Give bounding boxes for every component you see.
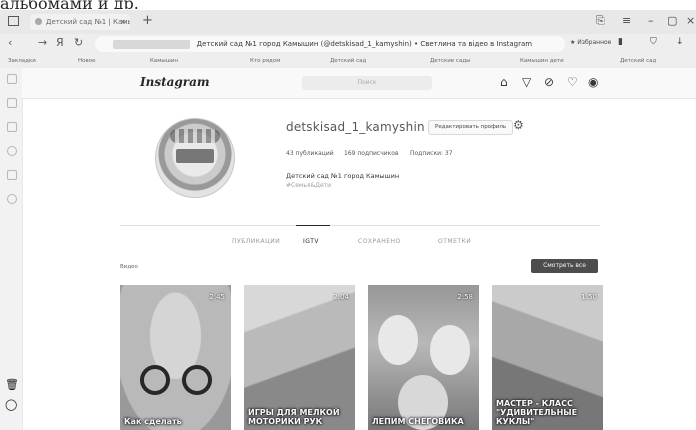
bookmark-star[interactable]: ★ Избранное xyxy=(570,39,611,46)
yandex-icon[interactable]: Я xyxy=(56,36,64,49)
instagram-logo[interactable]: Instagram xyxy=(140,75,210,89)
sidebar-home-icon[interactable] xyxy=(7,74,17,84)
profile-full-name: Детский сад №1 город Камышин xyxy=(286,172,400,180)
shield-icon[interactable]: ⛉ xyxy=(650,37,657,47)
bookmark-item[interactable]: Кто рядом xyxy=(250,54,280,68)
tab-tagged[interactable]: ОТМЕТКИ xyxy=(438,238,471,245)
video-thumbnail[interactable]: 2:04 ИГРЫ ДЛЯ МЕЛКОЙ МОТОРИКИ РУК xyxy=(244,285,355,430)
heart-icon[interactable]: ♡ xyxy=(567,75,578,89)
reload-icon[interactable]: ↻ xyxy=(74,36,83,49)
glasses-illustration xyxy=(140,365,214,395)
video-duration: 2:58 xyxy=(457,293,473,301)
sidebar-clock-icon[interactable] xyxy=(7,146,17,156)
forward-icon[interactable]: → xyxy=(38,36,47,49)
direct-icon[interactable]: ▽ xyxy=(522,75,531,89)
tab-title: Детский сад №1 | Камышин xyxy=(46,18,130,26)
following-count[interactable]: Подписки: 37 xyxy=(410,150,453,157)
browser-tab-bar: Детский сад №1 | Камышин × + ⎘ ≡ – ▢ × xyxy=(0,10,696,34)
video-caption: Как сделать xyxy=(124,417,182,426)
url-field[interactable]: www.instagram.com Детский сад №1 город К… xyxy=(95,36,565,52)
sidebar-music-icon[interactable] xyxy=(7,122,17,132)
close-window-icon[interactable]: × xyxy=(686,14,695,27)
sidebar-star-icon[interactable] xyxy=(7,170,17,180)
browser-tab[interactable]: Детский сад №1 | Камышин × xyxy=(30,14,130,30)
bookmark-item[interactable]: Детский сад xyxy=(330,54,366,68)
back-icon[interactable]: ‹ xyxy=(8,36,12,49)
url-domain: www.instagram.com xyxy=(113,39,191,49)
home-icon[interactable]: ⌂ xyxy=(500,75,508,89)
menu-icon[interactable]: ≡ xyxy=(622,14,631,27)
window-icon[interactable] xyxy=(8,16,19,26)
video-duration: 2:45 xyxy=(209,293,225,301)
videos-label: Видео xyxy=(120,264,138,270)
tab-igtv[interactable]: IGTV xyxy=(303,238,319,245)
pin-icon[interactable]: ⎘ xyxy=(596,14,605,28)
gear-icon[interactable]: ⚙ xyxy=(513,118,524,132)
video-duration: 1:50 xyxy=(581,293,597,301)
explore-icon[interactable]: ⊘ xyxy=(544,75,554,89)
tab-saved[interactable]: СОХРАНЕНО xyxy=(358,238,401,245)
edit-profile-button[interactable]: Редактировать профиль xyxy=(428,120,514,135)
video-caption: ИГРЫ ДЛЯ МЕЛКОЙ МОТОРИКИ РУК xyxy=(248,408,340,426)
video-thumbnail[interactable]: 1:50 МАСТЕР - КЛАСС "УДИВИТЕЛЬНЫЕ КУКЛЫ" xyxy=(492,285,603,430)
posts-count: 43 публикаций xyxy=(286,150,334,157)
minimize-icon[interactable]: – xyxy=(648,14,654,27)
profile-username: detskisad_1_kamyshin xyxy=(286,120,425,134)
see-all-button[interactable]: Смотреть все xyxy=(531,259,598,273)
maximize-icon[interactable]: ▢ xyxy=(667,14,677,27)
followers-count[interactable]: 169 подписчиков xyxy=(344,150,399,157)
bookmarks-icon[interactable]: ▮ xyxy=(618,37,623,47)
bookmark-item[interactable]: Детские сады xyxy=(430,54,470,68)
address-bar: ‹ → Я ↻ www.instagram.com Детский сад №1… xyxy=(0,34,696,54)
browser-sidebar: 🗑 ◯ xyxy=(0,68,23,430)
profile-avatar-icon[interactable]: ◉ xyxy=(588,75,598,89)
bookmarks-bar: Закладки Новое Камышин Кто рядом Детский… xyxy=(0,54,696,69)
page-title: Детский сад №1 город Камышин (@detskisad… xyxy=(196,40,533,48)
download-icon[interactable]: ↓ xyxy=(676,37,684,47)
sidebar-bell-icon[interactable] xyxy=(7,98,17,108)
bookmark-item[interactable]: Новое xyxy=(78,54,96,68)
search-input[interactable]: Поиск xyxy=(302,76,432,90)
tab-posts[interactable]: ПУБЛИКАЦИИ xyxy=(232,238,280,245)
video-caption: ЛЕПИМ СНЕГОВИКА xyxy=(372,417,464,426)
favicon-icon xyxy=(35,18,42,25)
bookmark-item[interactable]: Камышин xyxy=(150,54,178,68)
video-caption: МАСТЕР - КЛАСС "УДИВИТЕЛЬНЫЕ КУКЛЫ" xyxy=(496,399,578,426)
bookmark-item[interactable]: Закладки xyxy=(8,54,36,68)
active-tab-indicator xyxy=(296,225,330,226)
video-duration: 2:04 xyxy=(333,293,349,301)
tabs-divider xyxy=(120,225,600,226)
sidebar-globe-icon[interactable] xyxy=(7,194,17,204)
close-tab-icon[interactable]: × xyxy=(120,14,126,30)
video-thumbnail[interactable]: 2:45 Как сделать xyxy=(120,285,231,430)
new-tab-button[interactable]: + xyxy=(142,13,153,28)
bookmark-item[interactable]: Камышин дети xyxy=(520,54,564,68)
profile-avatar[interactable] xyxy=(155,118,235,198)
alice-icon[interactable]: ◯ xyxy=(5,398,17,411)
profile-hashtag[interactable]: #Семья&Дети xyxy=(286,182,331,189)
video-thumbnail[interactable]: 2:58 ЛЕПИМ СНЕГОВИКА xyxy=(368,285,479,430)
cropped-heading: альбомами и др. xyxy=(0,0,140,9)
trash-icon[interactable]: 🗑 xyxy=(5,378,19,391)
bookmark-item[interactable]: Детский сад xyxy=(620,54,656,68)
instagram-header: Instagram Поиск ⌂ ▽ ⊘ ♡ ◉ xyxy=(22,68,696,99)
